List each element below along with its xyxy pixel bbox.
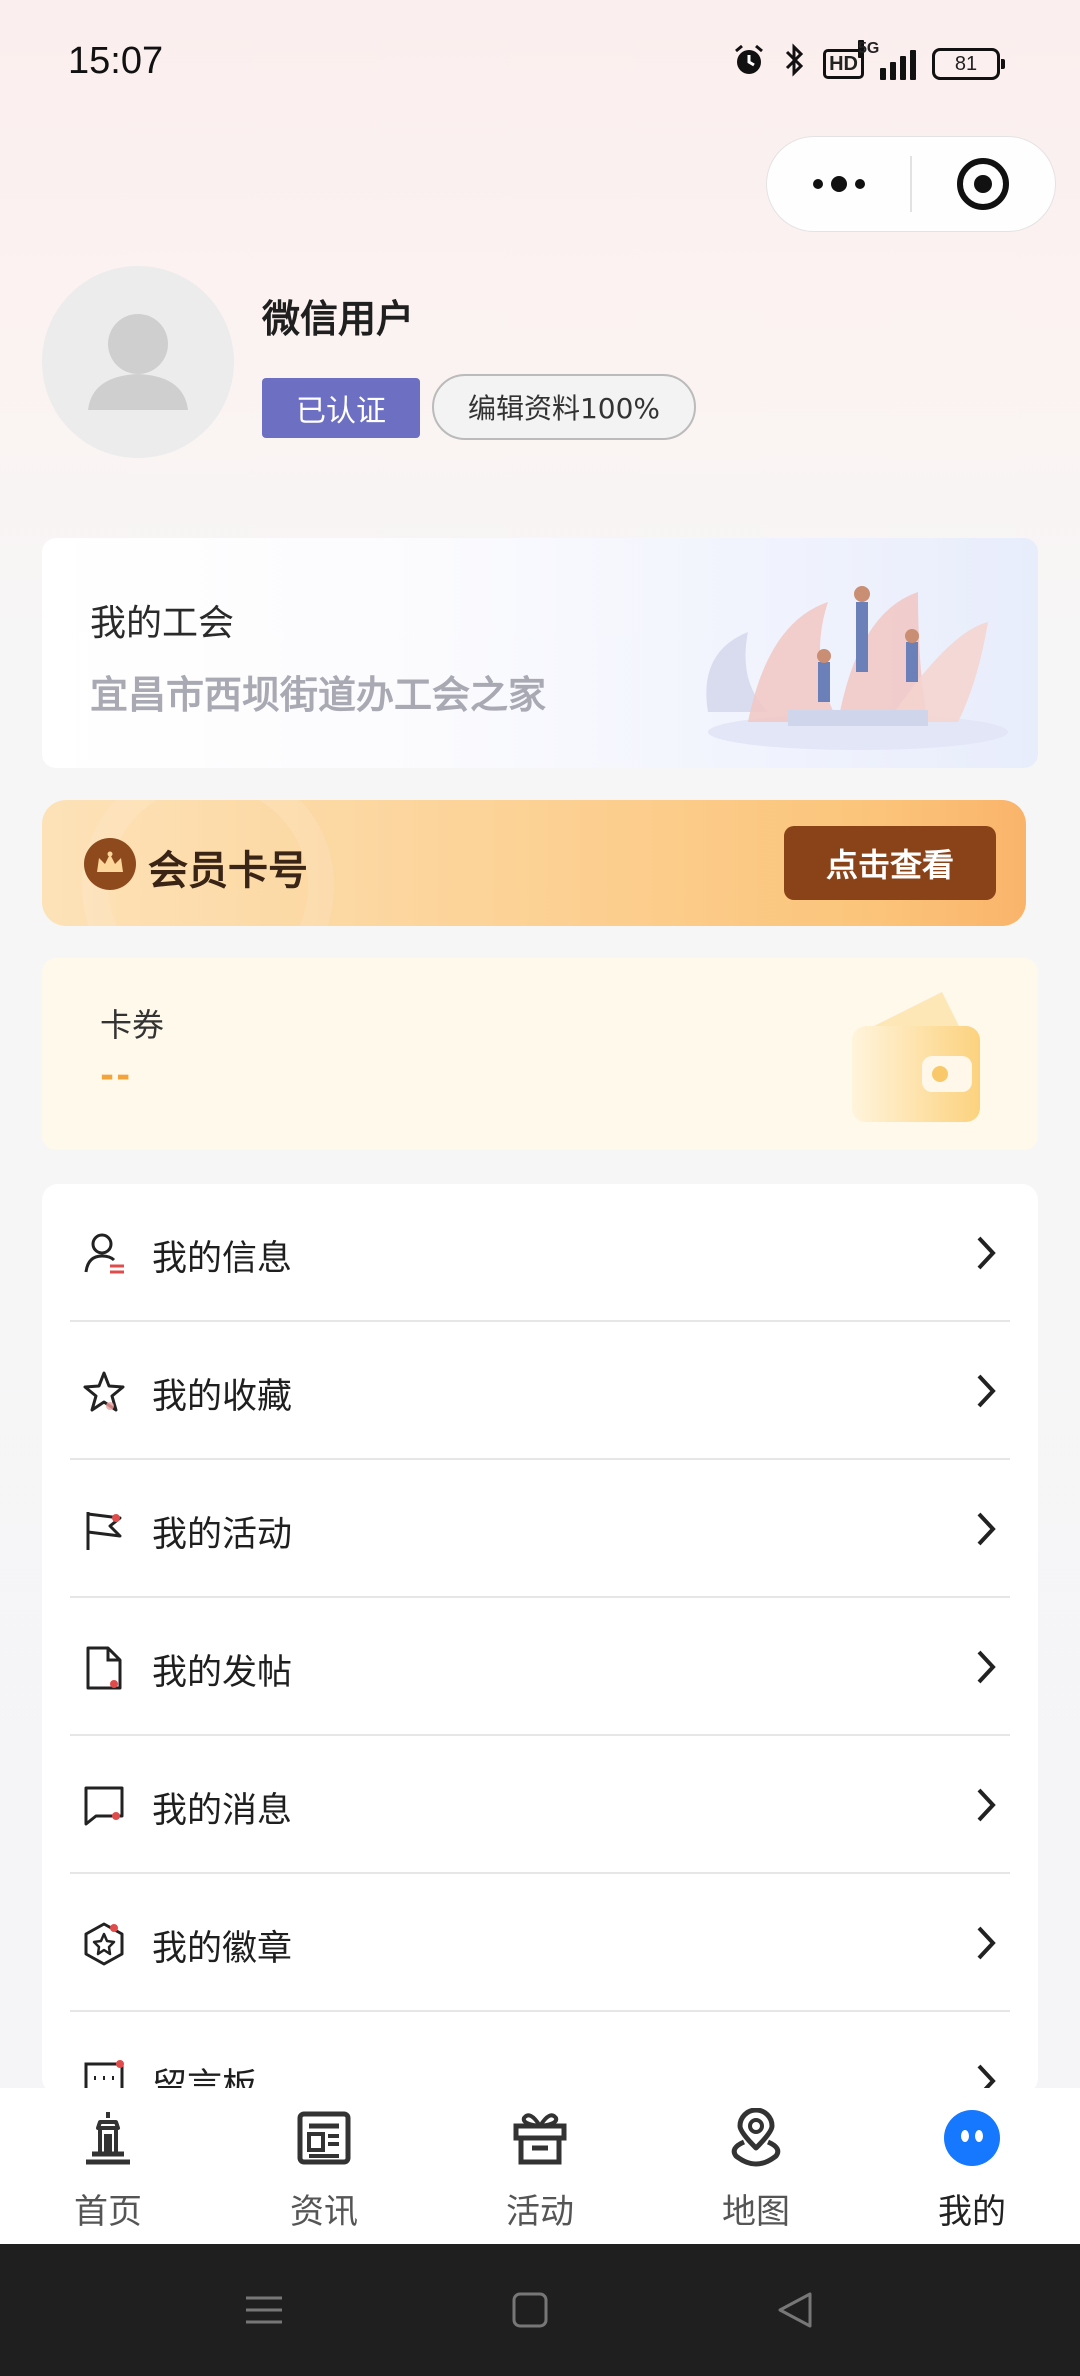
- home-tower-icon: [86, 2112, 130, 2165]
- flag-icon: [86, 1512, 122, 1550]
- bluetooth-icon: [783, 42, 807, 87]
- tab-profile[interactable]: 我的: [864, 2088, 1080, 2244]
- badge-icon: [84, 1922, 124, 1966]
- menu-label: 我的消息: [152, 1791, 293, 1831]
- tab-label: 资讯: [290, 2192, 358, 2232]
- bottom-tab-bar: 首页 资讯 活动 地图 我的: [0, 2088, 1080, 2244]
- home-square-icon[interactable]: [508, 2288, 552, 2332]
- chevron-right-icon: [977, 1512, 996, 1546]
- news-icon: [297, 2111, 351, 2165]
- target-circle-icon[interactable]: [912, 136, 1055, 232]
- union-title: 我的工会: [90, 603, 235, 644]
- capsule-menu: [766, 136, 1056, 232]
- menu-list: 我的信息 我的收藏 我的活动 我的发帖 我的消息 我的徽章 留言板: [42, 1184, 1038, 2094]
- status-icons: HD 5G 81: [731, 40, 1005, 87]
- menu-item-my-activities[interactable]: 我的活动: [70, 1460, 1010, 1598]
- verified-badge: 已认证: [262, 378, 420, 438]
- chevron-right-icon: [977, 1788, 996, 1822]
- document-icon: [86, 1646, 122, 1690]
- wallet-icon: [852, 992, 980, 1122]
- chevron-right-icon: [977, 1926, 996, 1960]
- chevron-right-icon: [977, 1374, 996, 1408]
- alarm-icon: [731, 42, 767, 87]
- gift-icon: [513, 2113, 567, 2165]
- menu-lines-icon[interactable]: [242, 2288, 286, 2332]
- tab-home[interactable]: 首页: [0, 2088, 216, 2244]
- union-name: 宜昌市西坝街道办工会之家: [90, 673, 547, 717]
- back-triangle-icon[interactable]: [774, 2288, 818, 2332]
- menu-label: 我的徽章: [152, 1929, 293, 1969]
- profile-face-icon: [944, 2110, 1000, 2166]
- star-icon: [83, 1371, 125, 1412]
- signal-icon: 5G: [858, 40, 916, 80]
- menu-item-message-board[interactable]: 留言板: [70, 2012, 1010, 2094]
- crown-icon: [84, 838, 136, 890]
- user-info-icon: [84, 1233, 124, 1274]
- map-pin-icon: [731, 2108, 781, 2167]
- menu-label: 我的发帖: [152, 1653, 293, 1693]
- member-card-label: 会员卡号: [148, 848, 308, 894]
- more-dots-icon[interactable]: [767, 136, 910, 232]
- tab-label: 首页: [74, 2192, 142, 2232]
- menu-item-my-info[interactable]: 我的信息: [70, 1184, 1010, 1322]
- view-member-card-button[interactable]: 点击查看: [784, 826, 996, 900]
- coupon-value: --: [100, 1056, 133, 1096]
- avatar[interactable]: [42, 266, 234, 458]
- coupon-title: 卡券: [100, 1006, 165, 1044]
- message-icon: [84, 1786, 124, 1826]
- menu-item-my-posts[interactable]: 我的发帖: [70, 1598, 1010, 1736]
- menu-label: 我的活动: [152, 1515, 293, 1555]
- union-hands-illustration: [706, 586, 1008, 750]
- tab-label: 活动: [506, 2192, 574, 2232]
- my-union-card[interactable]: 我的工会 宜昌市西坝街道办工会之家: [42, 538, 1038, 768]
- system-navigation-bar: [0, 2244, 1080, 2376]
- member-card-banner: 会员卡号 点击查看: [42, 800, 1026, 926]
- edit-profile-button[interactable]: 编辑资料100%: [432, 374, 696, 440]
- menu-label: 我的收藏: [152, 1377, 293, 1417]
- tab-label: 我的: [938, 2192, 1006, 2232]
- menu-item-my-messages[interactable]: 我的消息: [70, 1736, 1010, 1874]
- chevron-right-icon: [977, 1236, 996, 1270]
- chevron-right-icon: [977, 1650, 996, 1684]
- status-time: 15:07: [68, 40, 164, 82]
- tab-map[interactable]: 地图: [648, 2088, 864, 2244]
- status-bar: 15:07 HD 5G 81: [0, 0, 1080, 130]
- menu-item-my-badges[interactable]: 我的徽章: [70, 1874, 1010, 2012]
- username: 微信用户: [262, 297, 415, 341]
- tab-label: 地图: [722, 2192, 790, 2232]
- default-avatar-icon: [88, 314, 188, 410]
- menu-item-my-favorites[interactable]: 我的收藏: [70, 1322, 1010, 1460]
- menu-label: 我的信息: [152, 1239, 293, 1279]
- coupon-card[interactable]: 卡券 --: [42, 958, 1038, 1150]
- battery-icon: 81: [932, 48, 1005, 80]
- tab-news[interactable]: 资讯: [216, 2088, 432, 2244]
- tab-activities[interactable]: 活动: [432, 2088, 648, 2244]
